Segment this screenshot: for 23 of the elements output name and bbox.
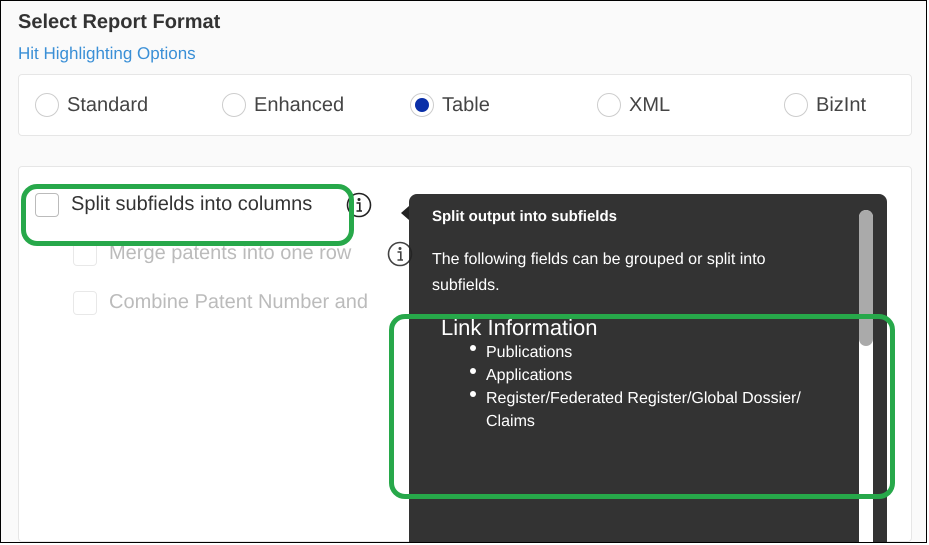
format-radio[interactable]: Enhanced bbox=[222, 93, 410, 117]
tooltip-title: Split output into subfields bbox=[432, 208, 618, 225]
section-heading: Select Report Format bbox=[18, 11, 222, 34]
tooltip-pointer-icon bbox=[399, 206, 409, 220]
bullet-icon bbox=[470, 345, 476, 351]
tooltip-text: The following fields can be grouped or split into subfields. bbox=[432, 250, 767, 296]
option-label: Combine Patent Number and bbox=[109, 291, 368, 314]
format-radio[interactable]: XML bbox=[597, 93, 784, 117]
scrollbar-track[interactable] bbox=[859, 210, 873, 542]
option-label: Split subfields into columns bbox=[71, 193, 312, 216]
bullet-icon bbox=[470, 391, 476, 397]
list-item: Applications bbox=[486, 366, 572, 386]
bullet-icon bbox=[470, 368, 476, 374]
format-radio[interactable]: Table bbox=[410, 93, 597, 117]
format-radio[interactable]: BizInt bbox=[784, 93, 911, 117]
group-heading: Link Information bbox=[441, 315, 599, 341]
info-icon[interactable] bbox=[346, 192, 372, 218]
option-label: Merge patents into one row bbox=[109, 242, 352, 265]
format-radio[interactable]: Standard bbox=[35, 93, 222, 117]
list-item: Publications bbox=[486, 343, 572, 363]
scrollbar-thumb[interactable] bbox=[859, 210, 873, 346]
list-item: Register/Federated Register/Global Dossier/ Claims bbox=[486, 389, 802, 432]
checkbox[interactable] bbox=[35, 192, 59, 216]
